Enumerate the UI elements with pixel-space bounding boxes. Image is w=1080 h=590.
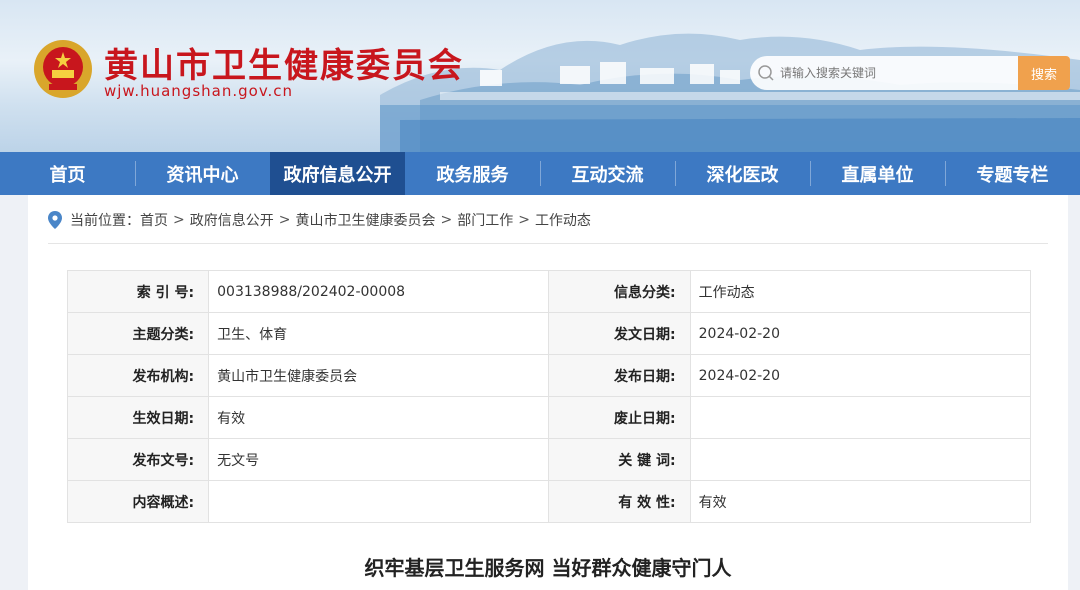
nav-item-services[interactable]: 政务服务: [405, 152, 540, 195]
content-panel: 当前位置： 首页 > 政府信息公开 > 黄山市卫生健康委员会 > 部门工作 > …: [28, 195, 1068, 590]
table-value: 有效: [689, 480, 1032, 523]
nav-item-units[interactable]: 直属单位: [810, 152, 945, 195]
breadcrumb-item-gov-info[interactable]: 政府信息公开: [190, 210, 274, 230]
main-nav: 首页 资讯中心 政府信息公开 政务服务 互动交流 深化医改 直属单位 专题专栏: [0, 152, 1080, 195]
breadcrumb-item-home[interactable]: 首页: [140, 210, 168, 230]
search-button[interactable]: 搜索: [1018, 56, 1070, 90]
table-row: 内容概述: 有 效 性: 有效: [66, 480, 1032, 523]
table-row: 索 引 号: 003138988/202402-00008 信息分类: 工作动态: [66, 270, 1032, 313]
header-banner: 黄山市卫生健康委员会 wjw.huangshan.gov.cn 搜索: [0, 0, 1080, 152]
nav-item-news[interactable]: 资讯中心: [135, 152, 270, 195]
table-label: 发布文号:: [66, 438, 210, 481]
nav-item-home[interactable]: 首页: [0, 152, 135, 195]
article-title: 织牢基层卫生服务网 当好群众健康守门人: [364, 556, 732, 580]
search-input[interactable]: [780, 56, 1014, 90]
info-table: 索 引 号: 003138988/202402-00008 信息分类: 工作动态…: [66, 270, 1032, 523]
table-label: 主题分类:: [66, 312, 210, 355]
nav-item-interaction[interactable]: 互动交流: [540, 152, 675, 195]
location-pin-icon: [48, 211, 62, 229]
nav-item-topics[interactable]: 专题专栏: [945, 152, 1080, 195]
table-value: 无文号: [208, 438, 550, 481]
table-label: 信息分类:: [548, 270, 691, 313]
breadcrumb-separator: >: [440, 212, 453, 228]
table-row: 发布文号: 无文号 关 键 词:: [66, 438, 1032, 481]
table-value: 有效: [208, 396, 550, 439]
table-value: [208, 480, 550, 523]
table-label: 关 键 词:: [548, 438, 691, 481]
table-label: 有 效 性:: [548, 480, 691, 523]
breadcrumb-item-work-news[interactable]: 工作动态: [535, 210, 591, 230]
site-url: wjw.huangshan.gov.cn: [104, 82, 294, 100]
site-title[interactable]: 黄山市卫生健康委员会: [104, 38, 464, 87]
table-label: 废止日期:: [548, 396, 691, 439]
table-label: 索 引 号:: [66, 270, 210, 313]
breadcrumb: 当前位置： 首页 > 政府信息公开 > 黄山市卫生健康委员会 > 部门工作 > …: [48, 210, 591, 230]
table-row: 主题分类: 卫生、体育 发文日期: 2024-02-20: [66, 312, 1032, 355]
table-label: 内容概述:: [66, 480, 210, 523]
table-label: 发文日期:: [548, 312, 691, 355]
table-value: 2024-02-20: [689, 312, 1032, 355]
table-row: 发布机构: 黄山市卫生健康委员会 发布日期: 2024-02-20: [66, 354, 1032, 397]
divider: [48, 243, 1048, 244]
national-emblem-icon: [34, 40, 92, 98]
table-label: 发布机构:: [66, 354, 210, 397]
table-value: 工作动态: [689, 270, 1032, 313]
table-value: 003138988/202402-00008: [208, 270, 550, 313]
table-value: 2024-02-20: [689, 354, 1032, 397]
search-icon: [758, 65, 774, 81]
breadcrumb-separator: >: [278, 212, 291, 228]
nav-item-reform[interactable]: 深化医改: [675, 152, 810, 195]
table-value: [689, 438, 1032, 481]
table-value: 黄山市卫生健康委员会: [208, 354, 550, 397]
table-value: 卫生、体育: [208, 312, 550, 355]
search-input-wrap: [750, 56, 1018, 90]
breadcrumb-item-commission[interactable]: 黄山市卫生健康委员会: [295, 210, 435, 230]
table-label: 发布日期:: [548, 354, 691, 397]
table-value: [689, 396, 1032, 439]
breadcrumb-item-dept-work[interactable]: 部门工作: [457, 210, 513, 230]
breadcrumb-prefix: 当前位置：: [70, 213, 140, 229]
breadcrumb-separator: >: [173, 212, 185, 228]
table-label: 生效日期:: [66, 396, 210, 439]
search-bar: 搜索: [750, 56, 1070, 90]
table-row: 生效日期: 有效 废止日期:: [66, 396, 1032, 439]
nav-item-gov-info[interactable]: 政府信息公开: [270, 152, 405, 195]
breadcrumb-separator: >: [518, 212, 530, 228]
